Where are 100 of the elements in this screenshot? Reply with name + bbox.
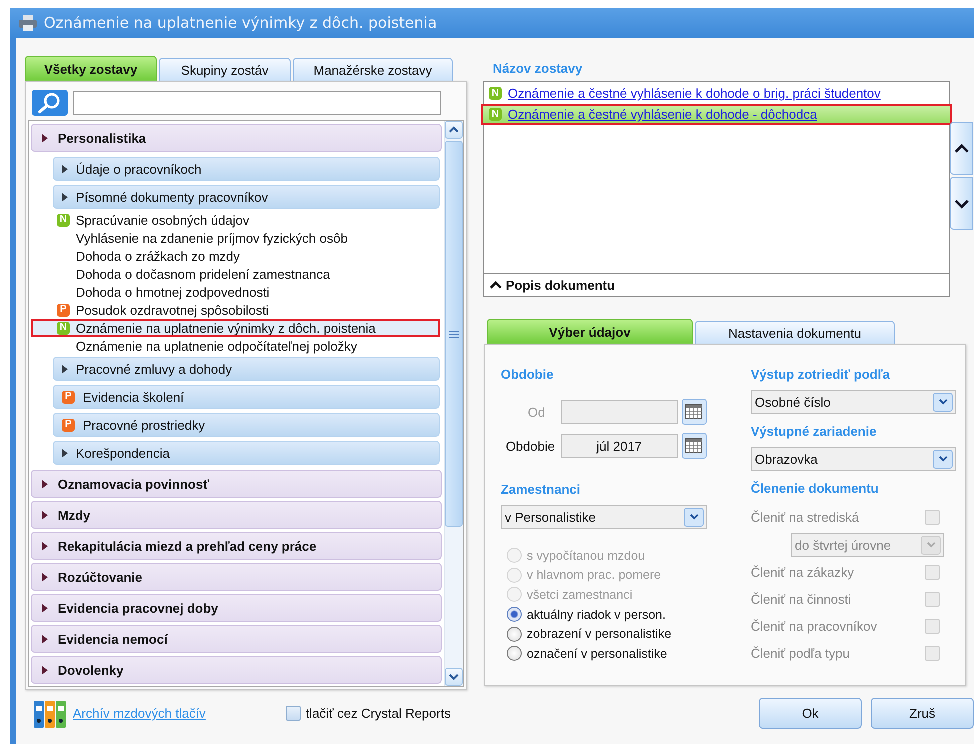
tree-item[interactable]: Dohoda o dočasnom pridelení zamestnanca <box>53 265 440 283</box>
folder-label[interactable]: Pracovné zmluvy a dohody <box>76 362 232 376</box>
device-dropdown[interactable]: Obrazovka <box>751 447 956 471</box>
triangle-icon[interactable] <box>62 364 68 374</box>
tree-item[interactable]: P Posudok ozdravotnej spôsobilosti <box>53 301 440 319</box>
badge: P <box>57 304 70 316</box>
tree-folder[interactable]: Písomné dokumenty pracovníkov <box>53 185 440 209</box>
report-label[interactable]: Oznámenie na uplatnenie výnimky z dôch. poistenia <box>76 320 376 336</box>
report-link[interactable]: Oznámenie a čestné vyhlásenie k dohode o brig. práci študentov <box>508 86 881 101</box>
tree-group[interactable]: Dovolenky <box>31 656 442 684</box>
dialog-button[interactable]: Zruš <box>871 698 974 729</box>
scroll-down-icon[interactable] <box>445 668 463 686</box>
tab[interactable]: Skupiny zostáv <box>159 58 291 81</box>
calendar-icon[interactable] <box>682 433 707 459</box>
date-field[interactable] <box>561 400 678 424</box>
report-label[interactable]: Dohoda o zrážkach zo mzdy <box>76 248 240 264</box>
chevron-down-icon <box>954 198 970 208</box>
report-label[interactable]: Vyhlásenie na zdanenie príjmov fyzických osôb <box>76 230 348 246</box>
tab[interactable]: Výber údajov <box>487 319 693 344</box>
tree-report-bar[interactable]: P Pracovné prostriedky <box>53 413 440 437</box>
report-label[interactable]: Dohoda o dočasnom pridelení zamestnanca <box>76 266 330 282</box>
field-label: Obdobie <box>504 438 556 454</box>
caret-up-icon[interactable] <box>489 280 503 290</box>
radio-label[interactable]: označení v personalistike <box>527 646 668 661</box>
triangle-icon[interactable] <box>62 192 68 202</box>
group-label[interactable]: Rozúčtovanie <box>58 570 143 584</box>
scroll-thumb[interactable] <box>445 141 463 527</box>
folder-label[interactable]: Korešpondencia <box>76 446 170 460</box>
radio-button[interactable] <box>507 607 522 622</box>
triangle-icon[interactable] <box>42 134 48 142</box>
tab[interactable]: Všetky zostavy <box>25 56 157 81</box>
triangle-icon[interactable] <box>42 666 48 674</box>
group-label[interactable]: Mzdy <box>58 508 90 522</box>
tree-group[interactable]: Personalistika <box>31 124 442 152</box>
badge: P <box>62 418 75 432</box>
radio-button[interactable] <box>507 646 522 662</box>
triangle-icon[interactable] <box>42 542 48 550</box>
tab[interactable]: Nastavenia dokumentu <box>695 321 895 344</box>
group-label[interactable]: Dovolenky <box>58 662 124 678</box>
tree-item[interactable]: N Oznámenie na uplatnenie výnimky z dôch. poistenia <box>31 319 440 337</box>
triangle-icon[interactable] <box>42 572 48 582</box>
list-item[interactable]: N Oznámenie a čestné vyhlásenie k dohode o brig. práci študentov <box>484 83 949 104</box>
section-heading: Výstup zotriediť podľa <box>751 367 892 384</box>
tab[interactable]: Manažérske zostavy <box>293 58 453 81</box>
report-label[interactable]: Spracúvanie osobných údajov <box>76 212 250 228</box>
tree-report-bar[interactable]: P Evidencia školení <box>53 385 440 409</box>
report-label[interactable]: Pracovné prostriedky <box>83 418 206 432</box>
folder-label[interactable]: Písomné dokumenty pracovníkov <box>76 190 268 204</box>
move-down-button[interactable] <box>950 177 973 230</box>
tree-group[interactable]: Rekapitulácia miezd a prehľad ceny práce <box>31 532 442 560</box>
tree-group[interactable]: Rozúčtovanie <box>31 563 442 591</box>
sort-dropdown[interactable]: Osobné číslo <box>751 390 956 414</box>
tree-item[interactable]: Dohoda o hmotnej zodpovednosti <box>53 283 440 301</box>
search-field[interactable] <box>73 91 441 115</box>
group-label[interactable]: Evidencia nemocí <box>58 632 168 646</box>
radio-button[interactable] <box>507 626 522 642</box>
triangle-icon[interactable] <box>42 480 48 488</box>
report-link[interactable]: Oznámenie a čestné vyhlásenie k dohode - dôchodca <box>508 107 818 122</box>
triangle-icon[interactable] <box>62 448 68 458</box>
search-icon[interactable] <box>32 90 68 116</box>
triangle-icon[interactable] <box>62 164 68 174</box>
tree-item[interactable]: Oznámenie na uplatnenie odpočítateľnej položky <box>53 337 440 355</box>
triangle-icon[interactable] <box>42 510 48 520</box>
scroll-up-icon[interactable] <box>445 121 463 139</box>
report-label[interactable]: Posudok ozdravotnej spôsobilosti <box>76 302 269 318</box>
checkbox-label[interactable]: tlačiť cez Crystal Reports <box>306 706 451 721</box>
tree-group[interactable]: Evidencia pracovnej doby <box>31 594 442 622</box>
binders-icon <box>33 698 67 728</box>
tree-item[interactable]: Vyhlásenie na zdanenie príjmov fyzických osôb <box>53 229 440 247</box>
tree-folder[interactable]: Údaje o pracovníkoch <box>53 157 440 181</box>
tree-item[interactable]: N Spracúvanie osobných údajov <box>53 211 440 229</box>
scrollbar[interactable] <box>444 121 463 686</box>
tree-group[interactable]: Evidencia nemocí <box>31 625 442 653</box>
report-label[interactable]: Oznámenie na uplatnenie odpočítateľnej položky <box>76 338 358 354</box>
folder-label[interactable]: Údaje o pracovníkoch <box>76 162 202 176</box>
tree-item[interactable]: Dohoda o zrážkach zo mzdy <box>53 247 440 265</box>
tree-group[interactable]: Oznamovacia povinnosť <box>31 470 442 498</box>
dialog-button[interactable]: Ok <box>759 698 862 729</box>
triangle-icon[interactable] <box>42 604 48 612</box>
employees-dropdown[interactable]: v Personalistike <box>501 505 707 529</box>
list-item[interactable]: N Oznámenie a čestné vyhlásenie k dohode - dôchodca <box>481 104 952 125</box>
group-label[interactable]: Evidencia pracovnej doby <box>58 600 218 616</box>
radio-label[interactable]: aktuálny riadok v person. <box>527 608 666 622</box>
badge: N <box>489 108 502 121</box>
badge: P <box>62 390 75 404</box>
date-field[interactable]: júl 2017 <box>561 434 678 458</box>
group-label[interactable]: Rekapitulácia miezd a prehľad ceny práce <box>58 538 317 554</box>
tree-folder[interactable]: Pracovné zmluvy a dohody <box>53 357 440 381</box>
move-up-button[interactable] <box>950 122 973 175</box>
tree-group[interactable]: Mzdy <box>31 501 442 529</box>
checkbox[interactable] <box>286 706 301 721</box>
triangle-icon[interactable] <box>42 634 48 644</box>
report-label[interactable]: Evidencia školení <box>83 390 184 404</box>
calendar-icon[interactable] <box>682 399 707 425</box>
description-label[interactable]: Popis dokumentu <box>506 278 616 292</box>
group-label[interactable]: Personalistika <box>58 130 146 146</box>
group-label[interactable]: Oznamovacia povinnosť <box>58 476 210 492</box>
report-label[interactable]: Dohoda o hmotnej zodpovednosti <box>76 284 270 300</box>
radio-label[interactable]: zobrazení v personalistike <box>527 627 672 642</box>
tree-folder[interactable]: Korešpondencia <box>53 441 440 465</box>
